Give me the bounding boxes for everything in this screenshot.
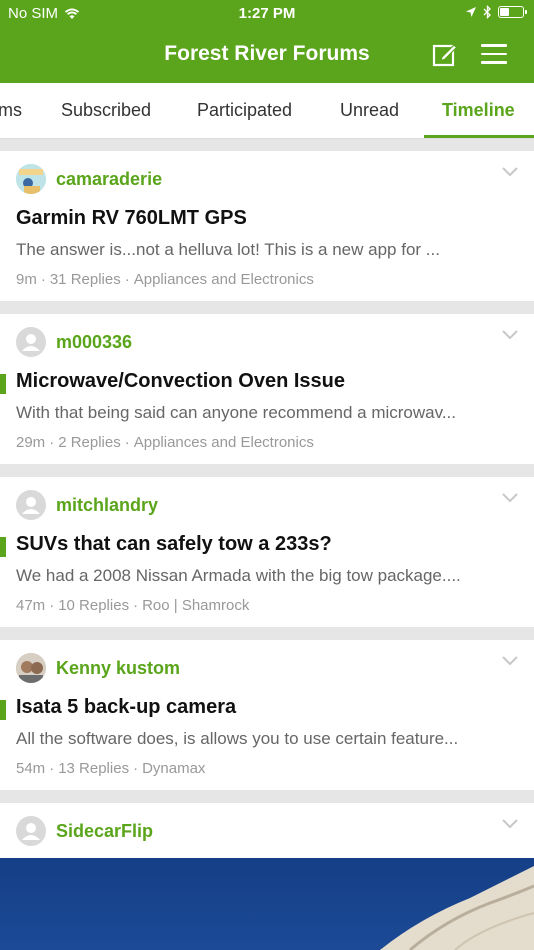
unread-indicator: [0, 700, 6, 720]
avatar[interactable]: [16, 164, 46, 194]
topic-meta: 9m · 31 Replies · Appliances and Electronics: [16, 271, 314, 288]
topic-card[interactable]: camaraderie Garmin RV 760LMT GPS The ans…: [0, 151, 534, 301]
topic-excerpt: All the software does, is allows you to …: [16, 729, 459, 748]
topic-title[interactable]: Isata 5 back-up camera: [16, 696, 236, 719]
location-arrow-icon: [466, 7, 476, 17]
chevron-down-icon[interactable]: [502, 167, 518, 177]
topic-replies: 10 Replies: [58, 597, 130, 614]
status-bar: No SIM 1:27 PM: [0, 0, 534, 28]
chevron-down-icon[interactable]: [502, 493, 518, 503]
topic-time: 29m: [16, 434, 46, 451]
topic-feed: camaraderie Garmin RV 760LMT GPS The ans…: [0, 151, 534, 860]
topic-replies: 31 Replies: [49, 271, 121, 288]
topic-excerpt: The answer is...not a helluva lot! This …: [16, 240, 440, 259]
topic-forum[interactable]: Roo | Shamrock: [142, 597, 249, 614]
topic-forum[interactable]: Appliances and Electronics: [134, 271, 314, 288]
author-name[interactable]: mitchlandry: [56, 495, 158, 516]
chevron-down-icon[interactable]: [502, 330, 518, 340]
avatar[interactable]: [16, 327, 46, 357]
topic-forum[interactable]: Appliances and Electronics: [134, 434, 314, 451]
author-name[interactable]: Kenny kustom: [56, 658, 180, 679]
tab-participated[interactable]: Participated: [197, 100, 292, 121]
unread-indicator: [0, 537, 6, 557]
topic-excerpt: With that being said can anyone recommen…: [16, 403, 457, 422]
topic-meta: 54m · 13 Replies · Dynamax: [16, 760, 206, 777]
tab-unread[interactable]: Unread: [340, 100, 399, 121]
avatar[interactable]: [16, 490, 46, 520]
battery-icon: [498, 6, 527, 18]
topic-title[interactable]: Microwave/Convection Oven Issue: [16, 370, 345, 393]
bluetooth-icon: [483, 5, 491, 19]
author-name[interactable]: m000336: [56, 332, 132, 353]
topic-time: 47m: [16, 597, 46, 614]
topic-meta: 29m · 2 Replies · Appliances and Electronics: [16, 434, 314, 451]
topic-card[interactable]: m000336 Microwave/Convection Oven Issue …: [0, 314, 534, 464]
compose-icon[interactable]: [432, 41, 458, 67]
author-name[interactable]: SidecarFlip: [56, 821, 153, 842]
tab-subscribed[interactable]: Subscribed: [61, 100, 151, 121]
topic-meta: 47m · 10 Replies · Roo | Shamrock: [16, 597, 250, 614]
tab-timeline[interactable]: Timeline: [442, 100, 515, 121]
app-header: No SIM 1:27 PM Forest River Forums: [0, 0, 534, 83]
topic-replies: 2 Replies: [58, 434, 121, 451]
chevron-down-icon[interactable]: [502, 819, 518, 829]
topic-title[interactable]: SUVs that can safely tow a 233s?: [16, 533, 332, 556]
topic-card[interactable]: Kenny kustom Isata 5 back-up camera All …: [0, 640, 534, 790]
avatar[interactable]: [16, 816, 46, 846]
topic-forum[interactable]: Dynamax: [142, 760, 205, 777]
avatar[interactable]: [16, 653, 46, 683]
topic-time: 9m: [16, 271, 37, 288]
unread-indicator: [0, 374, 6, 394]
topic-excerpt: We had a 2008 Nissan Armada with the big…: [16, 566, 461, 585]
nav-bar: Forest River Forums: [0, 28, 534, 83]
topic-tabs: ms Subscribed Participated Unread Timeli…: [0, 83, 534, 139]
topic-title[interactable]: Garmin RV 760LMT GPS: [16, 207, 247, 230]
chevron-down-icon[interactable]: [502, 656, 518, 666]
active-tab-indicator: [424, 135, 534, 138]
hamburger-menu-icon[interactable]: [481, 44, 507, 64]
topic-card[interactable]: mitchlandry SUVs that can safely tow a 2…: [0, 477, 534, 627]
author-name[interactable]: camaraderie: [56, 169, 162, 190]
topic-replies: 13 Replies: [58, 760, 130, 777]
status-time: 1:27 PM: [238, 5, 296, 22]
topic-card[interactable]: SidecarFlip: [0, 803, 534, 860]
tab-forums[interactable]: ms: [0, 100, 22, 121]
topic-image[interactable]: [0, 858, 534, 950]
topic-time: 54m: [16, 760, 46, 777]
